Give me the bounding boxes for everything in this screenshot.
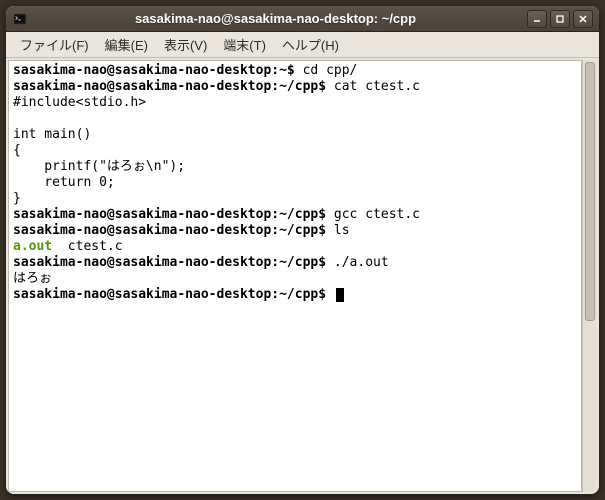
terminal-output[interactable]: sasakima-nao@sasakima-nao-desktop:~$ cd …	[8, 60, 582, 492]
program-output: はろぉ	[13, 271, 52, 286]
window-title: sasakima-nao@sasakima-nao-desktop: ~/cpp	[34, 11, 527, 26]
source-line: }	[13, 191, 21, 206]
menu-edit[interactable]: 編集(E)	[97, 32, 156, 57]
close-button[interactable]	[573, 10, 593, 28]
source-line: printf("はろぉ\n");	[13, 159, 185, 174]
terminal-window: sasakima-nao@sasakima-nao-desktop: ~/cpp…	[6, 6, 599, 494]
prompt: sasakima-nao@sasakima-nao-desktop:~/cpp$	[13, 79, 326, 94]
command-text: cat ctest.c	[326, 79, 420, 94]
source-line: #include<stdio.h>	[13, 95, 146, 110]
terminal-icon	[12, 11, 28, 27]
titlebar[interactable]: sasakima-nao@sasakima-nao-desktop: ~/cpp	[6, 6, 599, 32]
menu-terminal[interactable]: 端末(T)	[215, 32, 274, 57]
window-controls	[527, 10, 593, 28]
prompt: sasakima-nao@sasakima-nao-desktop:~$	[13, 63, 295, 78]
ls-file: ctest.c	[52, 239, 122, 254]
menu-file[interactable]: ファイル(F)	[12, 32, 97, 57]
prompt: sasakima-nao@sasakima-nao-desktop:~/cpp$	[13, 207, 326, 222]
command-text: gcc ctest.c	[326, 207, 420, 222]
terminal-area: sasakima-nao@sasakima-nao-desktop:~$ cd …	[6, 58, 599, 494]
prompt: sasakima-nao@sasakima-nao-desktop:~/cpp$	[13, 287, 326, 302]
menu-help[interactable]: ヘルプ(H)	[274, 32, 347, 57]
prompt: sasakima-nao@sasakima-nao-desktop:~/cpp$	[13, 255, 326, 270]
source-line: {	[13, 143, 21, 158]
maximize-button[interactable]	[550, 10, 570, 28]
scrollbar[interactable]	[582, 60, 597, 492]
cursor	[336, 288, 344, 302]
command-text: cd cpp/	[295, 63, 358, 78]
scrollbar-thumb[interactable]	[585, 62, 595, 321]
menu-view[interactable]: 表示(V)	[156, 32, 215, 57]
command-text	[326, 287, 334, 302]
prompt: sasakima-nao@sasakima-nao-desktop:~/cpp$	[13, 223, 326, 238]
command-text: ./a.out	[326, 255, 389, 270]
ls-executable: a.out	[13, 239, 52, 254]
source-line: int main()	[13, 127, 91, 142]
command-text: ls	[326, 223, 349, 238]
source-line: return 0;	[13, 175, 115, 190]
menubar: ファイル(F) 編集(E) 表示(V) 端末(T) ヘルプ(H)	[6, 32, 599, 58]
minimize-button[interactable]	[527, 10, 547, 28]
